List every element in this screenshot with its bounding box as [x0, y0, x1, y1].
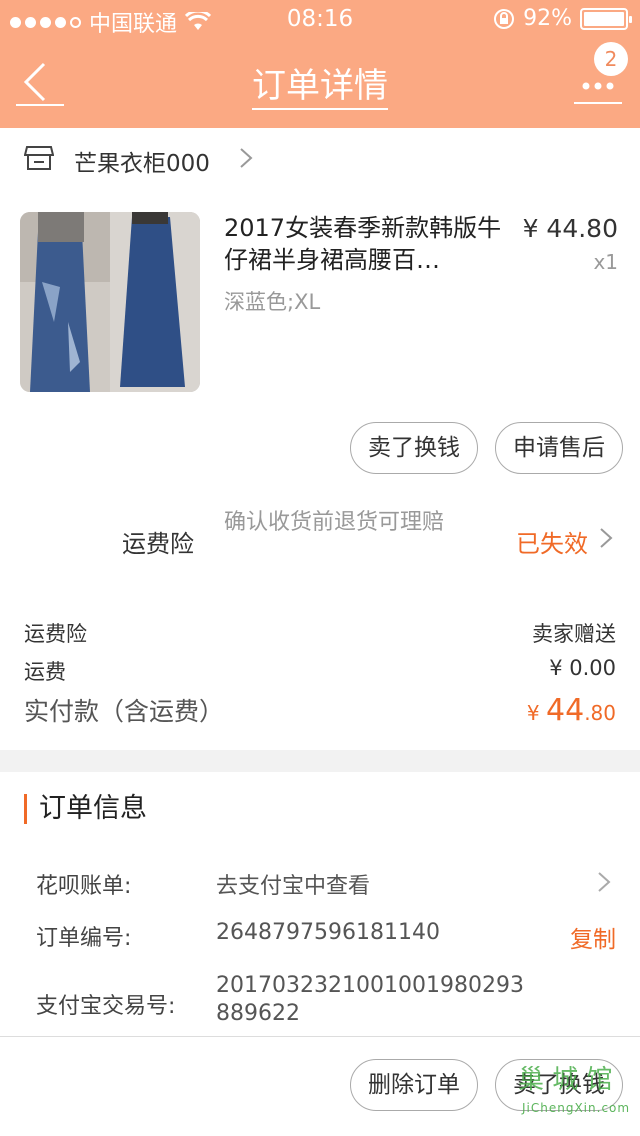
- alipay-trade-value: 2017032321001001980293889622: [216, 973, 524, 1026]
- product-sku: 深蓝色;XL: [224, 290, 321, 314]
- rotation-lock-icon: [494, 8, 515, 29]
- product-price: ¥ 44.80: [522, 214, 618, 243]
- status-right: 92%: [493, 6, 632, 31]
- battery-percent: 92%: [523, 6, 572, 31]
- page-title: 订单详情: [0, 58, 640, 110]
- fee-insurance-label: 运费险: [24, 622, 87, 646]
- chevron-right-icon[interactable]: [598, 526, 614, 550]
- info-value: 去支付宝中查看: [216, 874, 371, 899]
- chevron-right-icon: [240, 148, 253, 168]
- after-sales-button[interactable]: 申请售后: [495, 422, 623, 474]
- info-label: 支付宝交易号:: [36, 994, 176, 1019]
- product-title[interactable]: 2017女装春季新款韩版牛仔裙半身裙高腰百…: [224, 212, 504, 276]
- fee-insurance-value: 卖家赠送: [532, 622, 616, 646]
- nav-bar: 订单详情 2: [0, 40, 640, 128]
- info-label: 订单编号:: [36, 926, 132, 951]
- battery-icon: [580, 7, 632, 30]
- product-section: 2017女装春季新款韩版牛仔裙半身裙高腰百… ¥ 44.80 x1 深蓝色;XL…: [0, 190, 640, 750]
- fee-shipping-label: 运费: [24, 660, 66, 684]
- fee-insurance-row: 运费险 卖家赠送: [24, 618, 616, 648]
- status-bar: 中国联通 08:16 92%: [0, 0, 640, 40]
- info-label: 花呗账单:: [36, 874, 132, 899]
- message-count-badge: 2: [594, 42, 628, 76]
- fee-shipping-row: 运费 ¥ 0.00: [24, 656, 616, 686]
- shop-icon: [24, 146, 54, 170]
- watermark: 巢 城 馆 JiChengXin.com: [518, 1057, 630, 1129]
- watermark-url: JiChengXin.com: [522, 1101, 631, 1115]
- shipping-insurance-status[interactable]: 已失效: [516, 524, 588, 559]
- shop-name: 芒果衣柜000: [74, 151, 210, 177]
- order-number-value: 2648797596181140: [216, 920, 440, 945]
- fee-shipping-value: ¥ 0.00: [549, 656, 616, 680]
- watermark-text: 巢 城 馆: [518, 1065, 613, 1095]
- chevron-right-icon: [598, 872, 611, 892]
- total-paid-label: 实付款（含运费）: [24, 697, 225, 726]
- sell-for-cash-button[interactable]: 卖了换钱: [350, 422, 478, 474]
- total-paid-amount: ¥ 44.80: [526, 693, 616, 728]
- section-title: 订单信息: [24, 794, 147, 824]
- copy-button[interactable]: 复制: [570, 920, 616, 954]
- product-image[interactable]: [20, 212, 200, 392]
- shop-row[interactable]: 芒果衣柜000: [0, 128, 640, 190]
- shipping-insurance-label: 运费险: [122, 530, 194, 558]
- shipping-insurance-desc: 确认收货前退货可理赔: [224, 510, 445, 535]
- product-quantity: x1: [593, 250, 618, 274]
- bottom-action-bar: 删除订单 卖了换钱 巢 城 馆 JiChengXin.com: [0, 1036, 640, 1136]
- total-paid-row: 实付款（含运费） ¥ 44.80: [24, 692, 616, 728]
- order-info-section: 订单信息 花呗账单: 去支付宝中查看 订单编号: 264879759618114…: [0, 772, 640, 1038]
- delete-order-button[interactable]: 删除订单: [350, 1059, 478, 1111]
